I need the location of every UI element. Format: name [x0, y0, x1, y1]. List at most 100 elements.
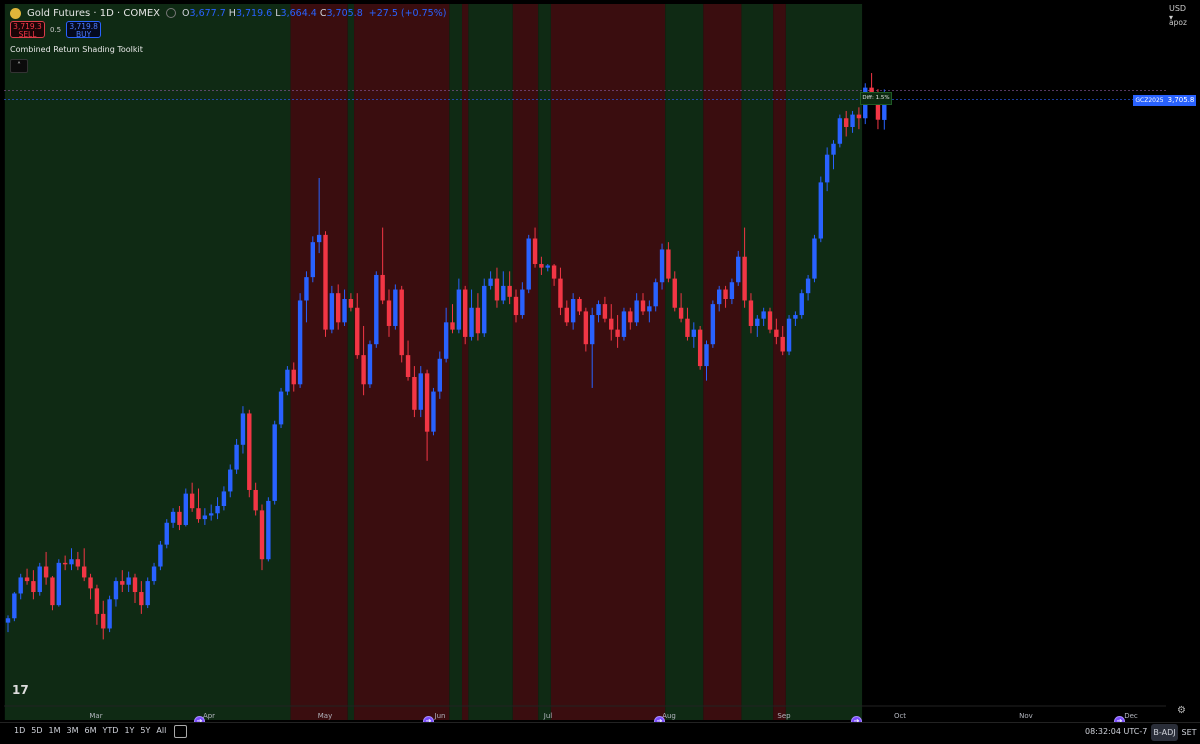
open-value: 3,677.7 — [189, 7, 226, 19]
candle-body — [5, 618, 11, 623]
close-value: 3,705.8 — [326, 7, 363, 19]
candle-body — [558, 278, 563, 308]
range-button-all[interactable]: All — [156, 726, 166, 735]
range-button-5d[interactable]: 5D — [31, 726, 42, 735]
candle-body — [418, 373, 423, 410]
candle-body — [786, 318, 792, 352]
candle-body — [685, 318, 690, 337]
range-button-5y[interactable]: 5Y — [140, 726, 150, 735]
candle-body — [158, 544, 163, 567]
buy-button[interactable]: 3,719.8 BUY — [66, 21, 102, 39]
range-button-6m[interactable]: 6M — [85, 726, 97, 735]
candle-body — [488, 278, 493, 286]
apoz-label[interactable]: apoz — [1166, 18, 1191, 27]
candle-body — [793, 315, 798, 319]
clock[interactable]: 08:32:04 UTC-7 — [1085, 727, 1147, 736]
candle-body — [520, 289, 525, 316]
candle-body — [736, 256, 741, 283]
candle-body — [329, 293, 335, 330]
candle-body — [463, 289, 468, 337]
candle-body — [717, 289, 722, 305]
calendar-icon[interactable] — [174, 725, 187, 738]
candle-body — [297, 300, 303, 385]
collapse-legend-button[interactable]: ˄ — [10, 59, 28, 73]
currency-selector[interactable]: USD ▾ — [1166, 4, 1191, 22]
candle-body — [355, 307, 360, 356]
indicator-title[interactable]: Combined Return Shading Toolkit — [10, 45, 143, 54]
candle-body — [278, 391, 284, 425]
candle-body — [177, 511, 182, 525]
candle-body — [437, 358, 442, 392]
shading-zone-red — [773, 4, 786, 720]
range-button-3m[interactable]: 3M — [67, 726, 79, 735]
time-axis-label: Sep — [777, 712, 791, 720]
candle-body — [348, 299, 354, 308]
range-button-1d[interactable]: 1D — [14, 726, 25, 735]
candle-body — [767, 311, 773, 330]
candle-body — [151, 566, 157, 582]
range-button-ytd[interactable]: YTD — [103, 726, 119, 735]
candle-body — [62, 562, 68, 565]
candle-body — [285, 369, 290, 392]
candle-body — [532, 238, 538, 265]
sell-button[interactable]: 3,719.3 SELL — [10, 21, 45, 39]
market-status-icon[interactable] — [166, 8, 177, 18]
b-adj-button[interactable]: B-ADJ — [1151, 724, 1178, 741]
gear-icon[interactable]: ⚙ — [1177, 705, 1186, 716]
high-value: 3,719.6 — [235, 7, 273, 19]
time-axis-label: Mar — [89, 712, 102, 720]
candle-body — [266, 500, 271, 560]
chart-header: Gold Futures · 1D · COMEX O3,677.7 H3,71… — [10, 6, 446, 20]
chart-pane[interactable]: 3,775.03,750.03,725.03,700.03,675.03,650… — [4, 4, 1166, 720]
candle-body — [399, 289, 404, 356]
candle-body — [742, 256, 747, 301]
time-axis-label: Jul — [543, 712, 553, 720]
shading-zone-red — [512, 4, 539, 720]
shading-zone-green — [347, 4, 355, 720]
candle-body — [215, 506, 220, 514]
time-axis-label: Oct — [894, 712, 906, 720]
candle-body — [374, 274, 379, 345]
candle-body — [412, 377, 417, 410]
candle-body — [202, 515, 208, 520]
candle-body — [253, 489, 258, 511]
range-button-1m[interactable]: 1M — [49, 726, 61, 735]
symbol-title[interactable]: Gold Futures · 1D · COMEX — [27, 8, 160, 19]
candle-body — [316, 234, 322, 243]
candle-body — [551, 265, 557, 279]
candle-body — [126, 577, 131, 585]
change-value: +27.5 (+0.75%) — [368, 7, 447, 19]
candle-body — [196, 508, 201, 520]
candle-body — [761, 311, 766, 319]
candle-body — [342, 299, 347, 323]
candle-body — [272, 424, 277, 501]
candle-body — [666, 249, 671, 279]
candle-body — [37, 566, 42, 593]
candle-body — [164, 522, 169, 545]
candle-body — [443, 322, 449, 359]
candle-body — [837, 118, 843, 144]
candle-body — [183, 493, 188, 525]
candle-body — [145, 581, 150, 606]
shading-zone-green — [449, 4, 463, 720]
bottom-toolbar: 1D 5D 1M 3M 6M YTD 1Y 5Y All 08:32:04 UTC-7 B-AD… — [0, 722, 1200, 744]
diff-label: Diff: 1.5% — [860, 92, 892, 105]
range-button-1y[interactable]: 1Y — [124, 726, 134, 735]
tradingview-logo[interactable]: 17 — [12, 683, 29, 697]
shading-zone-green — [4, 4, 291, 720]
candle-body — [545, 265, 550, 268]
sell-label: SELL — [18, 30, 37, 39]
candle-body — [56, 562, 61, 606]
candle-body — [704, 344, 709, 367]
set-button[interactable]: SET — [1180, 724, 1198, 741]
candle-body — [723, 289, 728, 300]
time-axis-label: Apr — [203, 712, 215, 720]
candle-body — [697, 329, 703, 367]
shading-zone-red — [703, 4, 742, 720]
price-chart-svg[interactable]: 3,775.03,750.03,725.03,700.03,675.03,650… — [4, 4, 1166, 720]
candle-body — [259, 510, 265, 560]
spread-value: 0.5 — [50, 25, 62, 34]
candle-body — [678, 307, 684, 319]
candle-body — [539, 264, 544, 268]
candle-body — [577, 299, 582, 312]
